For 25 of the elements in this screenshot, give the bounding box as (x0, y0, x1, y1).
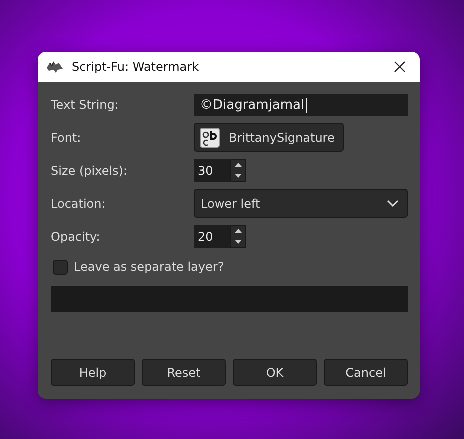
font-button[interactable]: BrittanySignature (194, 123, 344, 152)
font-icon (200, 128, 220, 148)
dialog-button[interactable]: OK (233, 359, 317, 386)
close-icon (394, 61, 406, 73)
field-label: Location: (51, 196, 107, 210)
field-label: Text String: (51, 98, 120, 112)
up-arrow-icon (234, 163, 242, 168)
checkbox[interactable] (53, 260, 68, 274)
number-field[interactable]: 30 (194, 159, 230, 182)
location-dropdown[interactable]: Lower left (194, 189, 408, 218)
checkbox-label: Leave as separate layer? (74, 260, 224, 274)
number-field[interactable]: 20 (194, 225, 230, 248)
dialog-button[interactable]: Reset (142, 359, 226, 386)
field-label: Size (pixels): (51, 164, 129, 178)
text-input-field[interactable]: ©Diagramjamal (194, 94, 408, 116)
window-title: Script-Fu: Watermark (72, 60, 200, 74)
down-arrow-icon (234, 174, 242, 178)
field-label: Opacity: (51, 230, 102, 244)
app-icon (46, 60, 64, 74)
dialog-button[interactable]: Help (51, 359, 135, 386)
chevron-down-icon (387, 200, 399, 207)
down-arrow-icon (234, 240, 242, 244)
dialog-button[interactable]: Cancel (324, 359, 408, 386)
field-label: Font: (51, 130, 82, 144)
up-arrow-icon (234, 229, 242, 234)
